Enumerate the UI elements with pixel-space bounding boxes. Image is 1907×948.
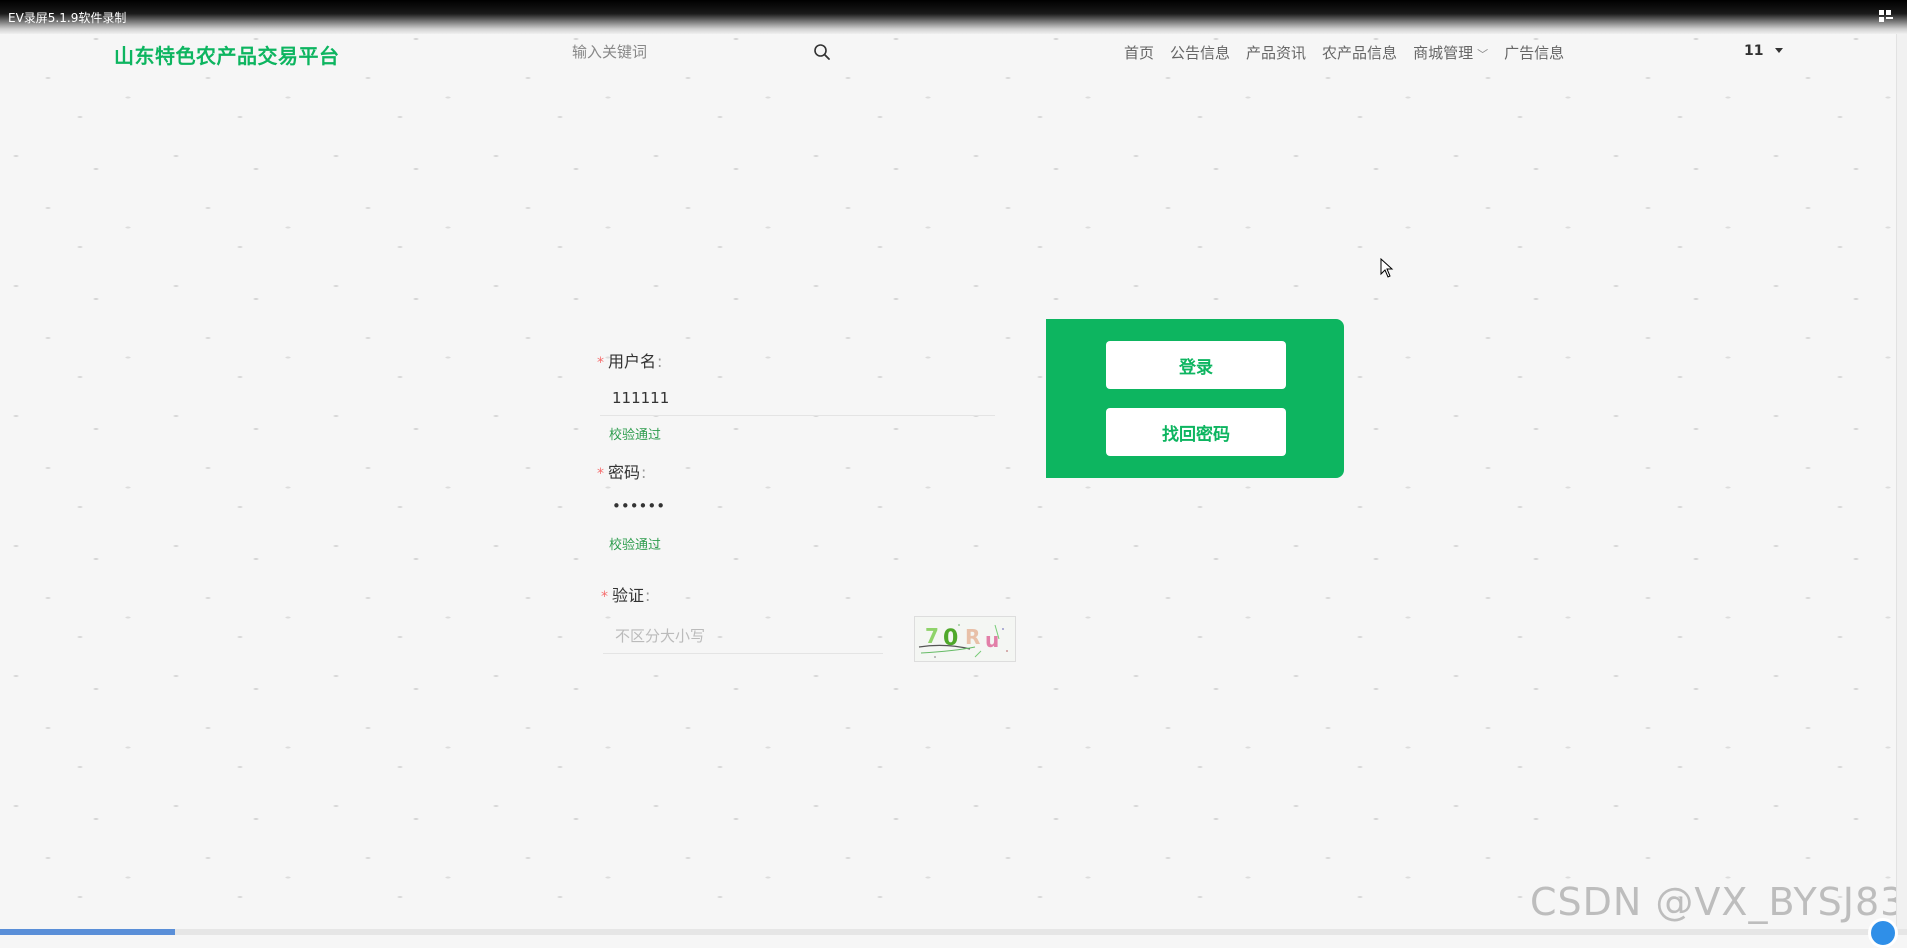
chevron-down-icon: ﹀ bbox=[1477, 48, 1489, 61]
nav-item-home[interactable]: 首页 bbox=[1124, 42, 1154, 63]
floating-badge-icon[interactable] bbox=[1868, 918, 1898, 948]
forgot-password-button[interactable]: 找回密码 bbox=[1106, 408, 1286, 456]
site-header: 山东特色农产品交易平台 首页 公告信息 产品资讯 农产品信息 商城管理﹀ 广告信… bbox=[0, 34, 1907, 70]
captcha-image[interactable]: 7 0 R u bbox=[914, 616, 1016, 662]
password-validation: 校验通过 bbox=[609, 538, 662, 553]
progress-thumb bbox=[0, 929, 175, 935]
label-colon: : bbox=[645, 586, 651, 605]
captcha-char: 7 bbox=[925, 624, 939, 648]
site-logo[interactable]: 山东特色农产品交易平台 bbox=[114, 40, 340, 69]
required-mark: * bbox=[597, 466, 604, 482]
nav-item-farm-products[interactable]: 农产品信息 bbox=[1322, 42, 1397, 63]
mouse-cursor-icon bbox=[1380, 258, 1394, 278]
password-label: * 密码: bbox=[597, 459, 646, 483]
caret-down-icon[interactable] bbox=[1775, 48, 1783, 53]
username-input[interactable] bbox=[600, 380, 995, 416]
captcha-label: * 验证: bbox=[601, 582, 650, 606]
password-input[interactable] bbox=[600, 488, 995, 524]
progress-track bbox=[0, 929, 1907, 935]
required-mark: * bbox=[601, 589, 608, 605]
watermark: CSDN @VX_BYSJ8341 bbox=[1530, 880, 1907, 924]
window-toggle-icon[interactable] bbox=[1879, 10, 1893, 22]
captcha-char: R bbox=[965, 625, 980, 649]
nav-item-ads[interactable]: 广告信息 bbox=[1504, 42, 1564, 63]
captcha-label-text: 验证 bbox=[612, 586, 645, 605]
username-label: * 用户名: bbox=[597, 348, 662, 372]
recorder-title-bar: EV录屏5.1.9软件录制 bbox=[0, 0, 1907, 34]
search-icon[interactable] bbox=[813, 43, 831, 61]
page-background bbox=[0, 0, 1907, 935]
nav-item-mall-label: 商城管理 bbox=[1413, 44, 1474, 62]
action-panel: 登录 找回密码 bbox=[1046, 319, 1344, 478]
required-mark: * bbox=[597, 355, 604, 371]
nav-item-mall-management[interactable]: 商城管理 ﹀ bbox=[1413, 42, 1488, 63]
nav-item-notices[interactable]: 公告信息 bbox=[1170, 42, 1230, 63]
main-nav: 首页 公告信息 产品资讯 农产品信息 商城管理 ﹀ 广告信息 bbox=[1124, 42, 1564, 63]
username-label-text: 用户名 bbox=[608, 352, 657, 371]
login-button[interactable]: 登录 bbox=[1106, 341, 1286, 389]
username-validation: 校验通过 bbox=[609, 428, 662, 443]
label-colon: : bbox=[657, 352, 663, 371]
user-menu[interactable]: 11 bbox=[1744, 43, 1763, 59]
captcha-char: 0 bbox=[943, 626, 958, 651]
recorder-title: EV录屏5.1.9软件录制 bbox=[8, 11, 127, 25]
vertical-scrollbar[interactable] bbox=[1896, 34, 1907, 929]
password-label-text: 密码 bbox=[608, 463, 641, 482]
nav-item-product-news[interactable]: 产品资讯 bbox=[1246, 42, 1306, 63]
search-input[interactable] bbox=[570, 38, 814, 66]
captcha-input[interactable] bbox=[603, 618, 883, 654]
label-colon: : bbox=[641, 463, 647, 482]
